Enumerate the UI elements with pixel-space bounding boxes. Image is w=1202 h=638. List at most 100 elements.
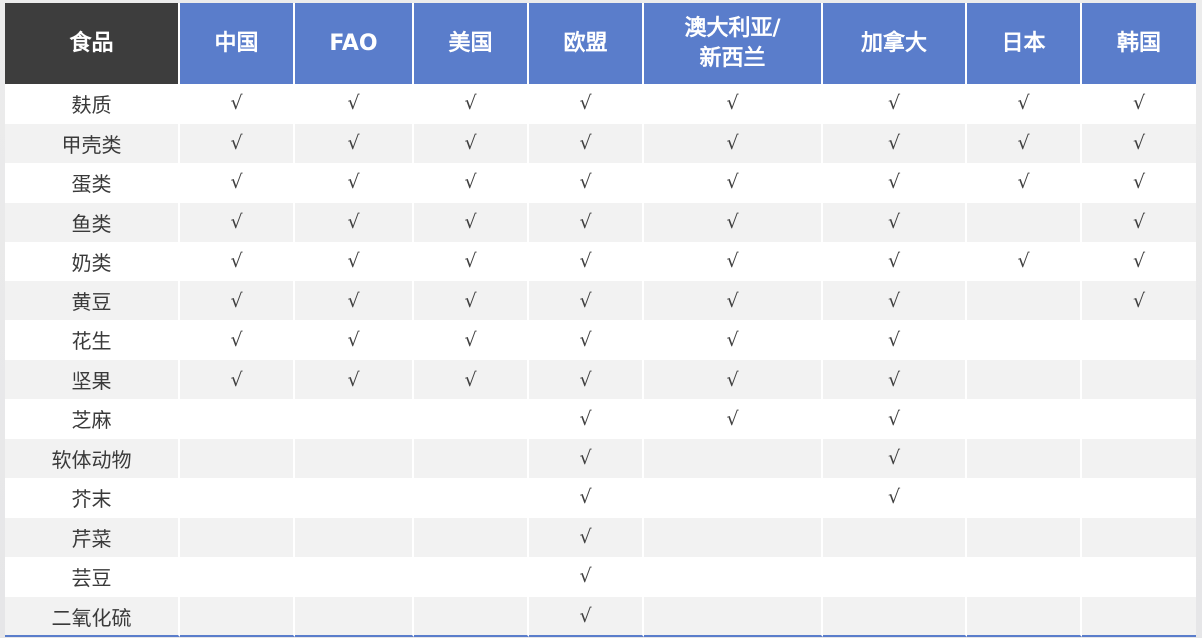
- check-cell-canada: √: [823, 320, 967, 360]
- check-cell-fao: √: [295, 84, 414, 123]
- check-cell-fao: √: [295, 280, 414, 321]
- header-australia-line2: 新西兰: [699, 45, 766, 71]
- header-food: 食品: [5, 3, 180, 84]
- header-china: 中国: [180, 3, 295, 84]
- check-cell-korea: [1082, 438, 1196, 478]
- check-cell-korea: √: [1082, 241, 1196, 281]
- table-row: 黄豆 √ √ √ √ √ √ √: [5, 280, 1196, 321]
- check-cell-australia-new-zealand: √: [644, 399, 823, 439]
- food-name-cell: 芹菜: [5, 516, 180, 557]
- header-eu: 欧盟: [529, 3, 644, 84]
- check-cell-australia-new-zealand: √: [644, 201, 823, 242]
- check-cell-china: √: [180, 162, 295, 202]
- check-cell-china: √: [180, 201, 295, 242]
- check-cell-usa: √: [414, 320, 529, 360]
- check-cell-usa: √: [414, 201, 529, 242]
- check-cell-australia-new-zealand: √: [644, 162, 823, 202]
- food-name-cell: 芥末: [5, 477, 180, 517]
- check-cell-eu: √: [529, 516, 644, 557]
- check-cell-japan: √: [967, 84, 1082, 123]
- check-cell-japan: [967, 359, 1082, 400]
- check-cell-china: √: [180, 122, 295, 163]
- table-row: 鱼类 √ √ √ √ √ √ √: [5, 201, 1196, 242]
- check-cell-korea: [1082, 359, 1196, 400]
- check-cell-china: [180, 516, 295, 557]
- table-row: 芸豆 √: [5, 556, 1196, 596]
- header-japan: 日本: [967, 3, 1082, 84]
- check-cell-korea: [1082, 320, 1196, 360]
- check-cell-fao: √: [295, 122, 414, 163]
- table-row: 坚果 √ √ √ √ √ √: [5, 359, 1196, 400]
- food-name-cell: 奶类: [5, 241, 180, 281]
- check-cell-canada: √: [823, 84, 967, 123]
- check-cell-usa: [414, 477, 529, 517]
- check-cell-eu: √: [529, 359, 644, 400]
- check-cell-china: √: [180, 280, 295, 321]
- check-cell-fao: √: [295, 320, 414, 360]
- check-cell-china: [180, 399, 295, 439]
- check-cell-korea: [1082, 516, 1196, 557]
- check-cell-usa: √: [414, 122, 529, 163]
- food-name-cell: 芸豆: [5, 556, 180, 596]
- check-cell-japan: √: [967, 162, 1082, 202]
- check-cell-japan: [967, 516, 1082, 557]
- check-cell-eu: √: [529, 84, 644, 123]
- check-cell-eu: √: [529, 201, 644, 242]
- food-name-cell: 甲壳类: [5, 122, 180, 163]
- check-cell-japan: [967, 477, 1082, 517]
- check-cell-korea: √: [1082, 162, 1196, 202]
- check-cell-fao: [295, 399, 414, 439]
- check-cell-fao: [295, 516, 414, 557]
- header-australia-new-zealand: 澳大利亚/ 新西兰: [644, 3, 823, 84]
- check-cell-korea: √: [1082, 84, 1196, 123]
- check-cell-australia-new-zealand: √: [644, 359, 823, 400]
- check-cell-canada: [823, 516, 967, 557]
- check-cell-australia-new-zealand: √: [644, 84, 823, 123]
- check-cell-japan: √: [967, 241, 1082, 281]
- check-cell-fao: √: [295, 162, 414, 202]
- check-cell-canada: √: [823, 241, 967, 281]
- food-name-cell: 蛋类: [5, 162, 180, 202]
- check-cell-australia-new-zealand: [644, 516, 823, 557]
- check-cell-eu: √: [529, 556, 644, 596]
- check-cell-japan: [967, 556, 1082, 596]
- check-cell-china: √: [180, 359, 295, 400]
- check-cell-usa: [414, 595, 529, 638]
- check-cell-fao: [295, 438, 414, 478]
- check-cell-australia-new-zealand: [644, 477, 823, 517]
- check-cell-fao: [295, 556, 414, 596]
- food-name-cell: 花生: [5, 320, 180, 360]
- check-cell-canada: √: [823, 399, 967, 439]
- check-cell-eu: √: [529, 122, 644, 163]
- check-cell-korea: [1082, 399, 1196, 439]
- check-cell-china: [180, 556, 295, 596]
- food-name-cell: 软体动物: [5, 438, 180, 478]
- food-name-cell: 二氧化硫: [5, 595, 180, 638]
- food-name-cell: 麸质: [5, 84, 180, 123]
- table-row: 甲壳类 √ √ √ √ √ √ √ √: [5, 122, 1196, 163]
- check-cell-usa: √: [414, 84, 529, 123]
- check-cell-fao: [295, 477, 414, 517]
- check-cell-australia-new-zealand: √: [644, 241, 823, 281]
- header-fao: FAO: [295, 3, 414, 84]
- check-cell-australia-new-zealand: [644, 556, 823, 596]
- table-row: 芝麻 √ √ √: [5, 399, 1196, 439]
- check-cell-usa: [414, 556, 529, 596]
- food-name-cell: 芝麻: [5, 399, 180, 439]
- table-row: 花生 √ √ √ √ √ √: [5, 320, 1196, 360]
- check-cell-australia-new-zealand: √: [644, 320, 823, 360]
- check-cell-korea: √: [1082, 280, 1196, 321]
- food-name-cell: 鱼类: [5, 201, 180, 242]
- check-cell-eu: √: [529, 320, 644, 360]
- check-cell-canada: √: [823, 122, 967, 163]
- check-cell-usa: √: [414, 359, 529, 400]
- check-cell-eu: √: [529, 438, 644, 478]
- check-cell-china: √: [180, 320, 295, 360]
- check-cell-japan: √: [967, 122, 1082, 163]
- check-cell-japan: [967, 201, 1082, 242]
- table-row: 蛋类 √ √ √ √ √ √ √ √: [5, 162, 1196, 202]
- header-canada: 加拿大: [823, 3, 967, 84]
- check-cell-eu: √: [529, 162, 644, 202]
- check-cell-australia-new-zealand: [644, 438, 823, 478]
- check-cell-japan: [967, 399, 1082, 439]
